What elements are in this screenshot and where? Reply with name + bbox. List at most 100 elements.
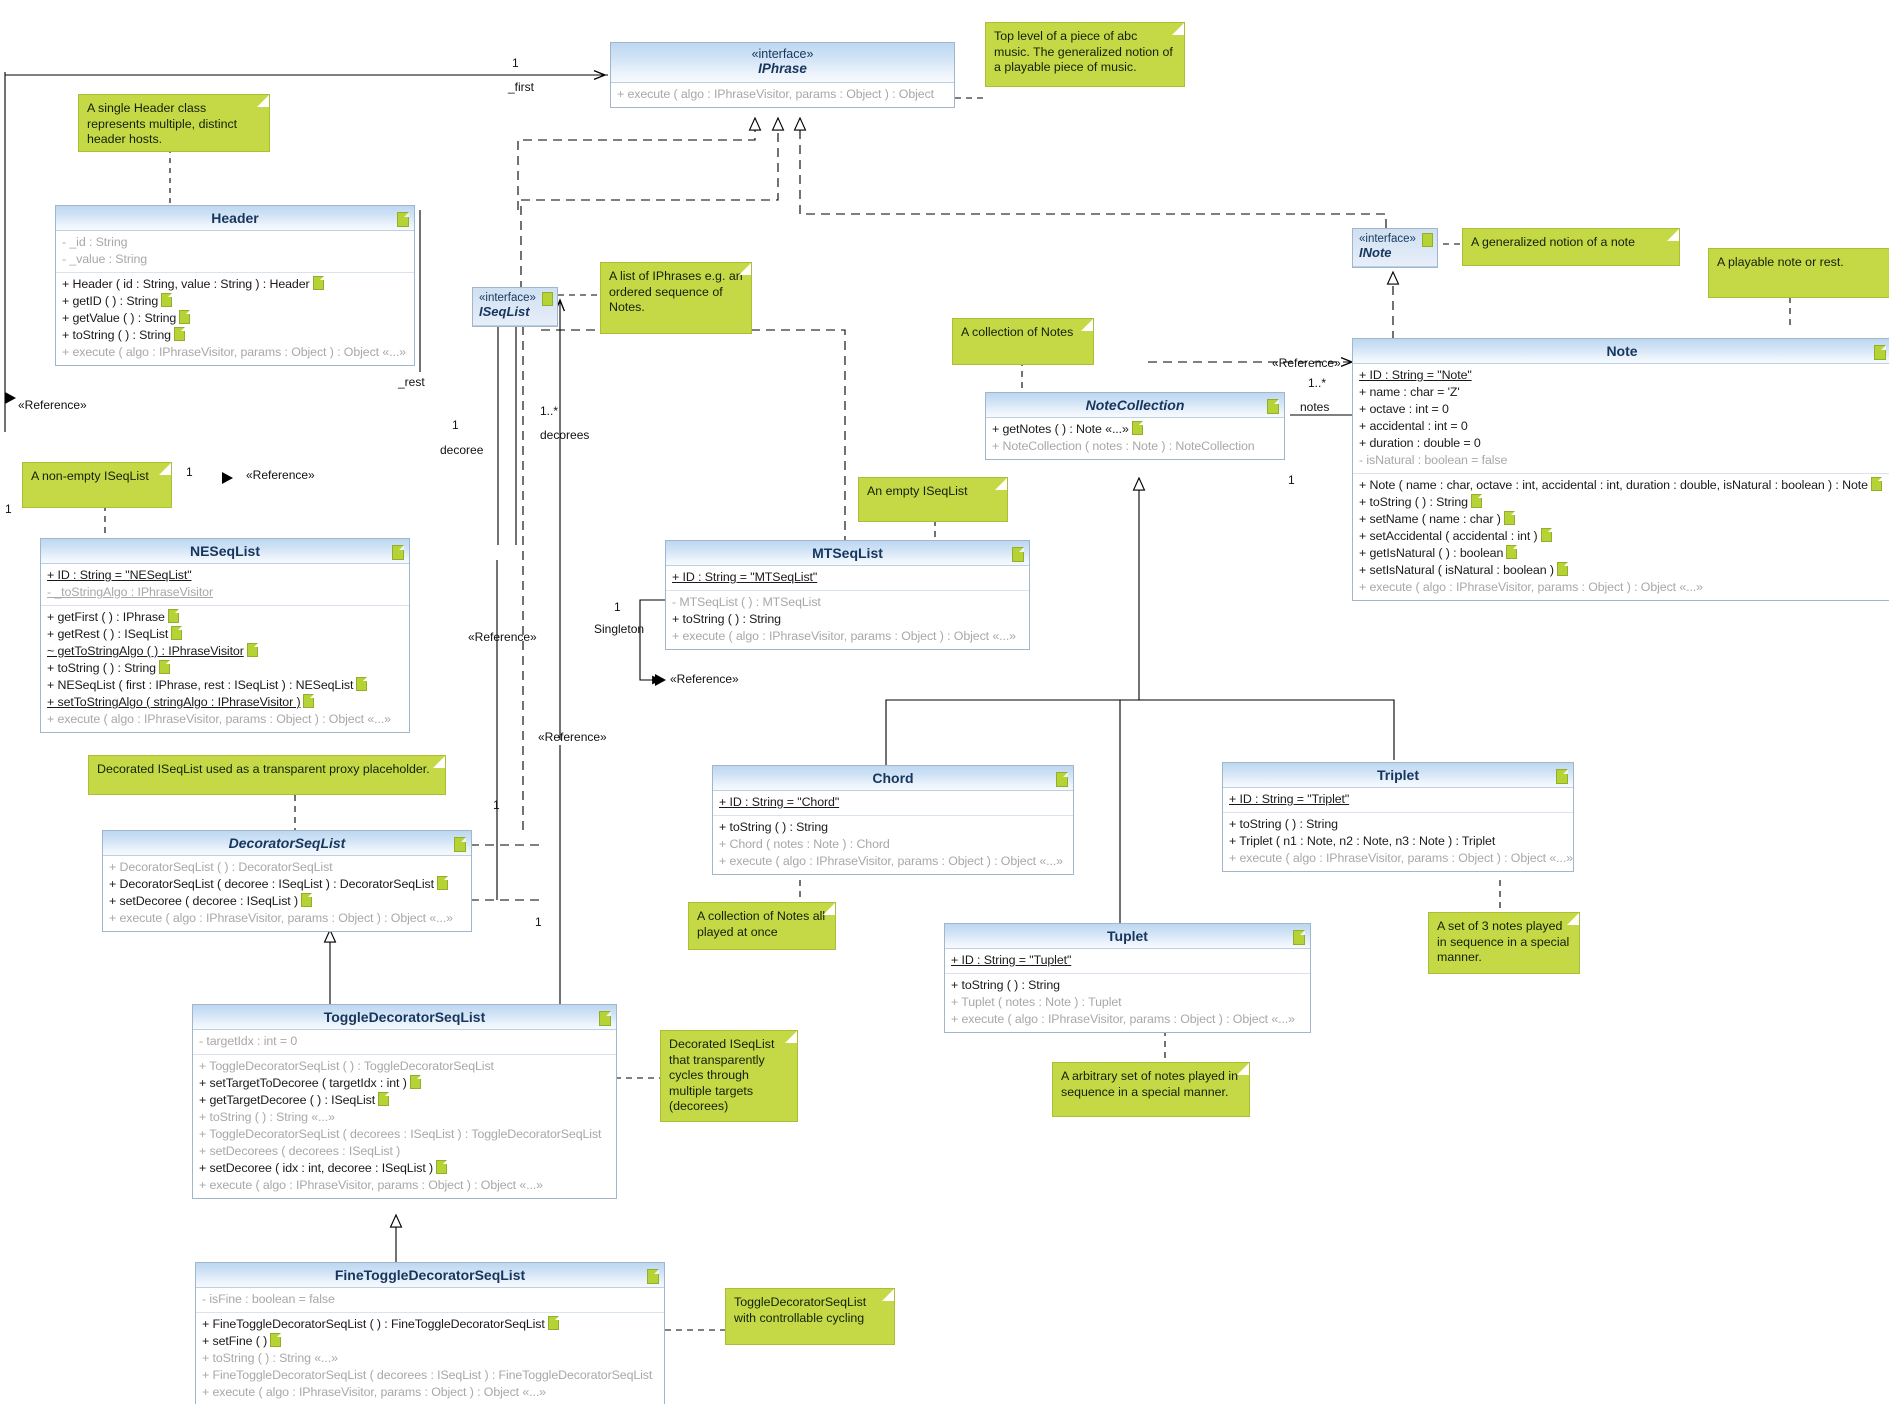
operation-row: + toString ( ) : String — [1359, 494, 1886, 511]
operation-row: + execute ( algo : IPhraseVisitor, param… — [199, 1178, 543, 1192]
class-mtseqlist-header: MTSeqList — [666, 541, 1029, 566]
operation-row: + setFine ( ) — [202, 1333, 659, 1350]
operation-row: + setIsNatural ( isNatural : boolean ) — [1359, 562, 1886, 579]
operation-row: + toString ( ) : String «...» — [202, 1351, 338, 1365]
note-empty-iseqlist: An empty ISeqList — [858, 477, 1008, 522]
operation-row: ~ getToStringAlgo ( ) : IPhraseVisitor — [47, 643, 404, 660]
operation-row: + getFirst ( ) : IPhrase — [47, 609, 404, 626]
class-name-label: Chord — [872, 770, 914, 786]
attribute-row: - targetIdx : int = 0 — [199, 1034, 298, 1048]
label-reference-3: «Reference» — [468, 630, 537, 644]
label-first-role: _first — [508, 80, 535, 94]
class-toggledecoratorseqlist-attributes: - targetIdx : int = 0 — [193, 1030, 616, 1055]
operation-row: - MTSeqList ( ) : MTSeqList — [672, 595, 821, 609]
note-page-icon — [1012, 547, 1024, 562]
attribute-row: + ID : String = "Tuplet" — [951, 953, 1072, 967]
class-chord-attributes: + ID : String = "Chord" — [713, 791, 1073, 816]
label-decorees-multiplicity: 1..* — [540, 404, 559, 418]
class-mtseqlist[interactable]: MTSeqList + ID : String = "MTSeqList" - … — [665, 540, 1030, 650]
note-chord: A collection of Notes all played at once — [688, 902, 836, 950]
operation-row: + toString ( ) : String — [719, 820, 828, 834]
class-finetoggledecoratorseqlist-attributes: - isFine : boolean = false — [196, 1288, 664, 1313]
note-page-icon — [454, 837, 466, 852]
label-reference-1: «Reference» — [18, 398, 87, 412]
operation-row: + setToStringAlgo ( stringAlgo : IPhrase… — [47, 694, 404, 711]
note-page-icon — [1556, 769, 1568, 784]
operation-row: + NESeqList ( first : IPhrase, rest : IS… — [47, 677, 404, 694]
class-header-operations: + Header ( id : String, value : String )… — [56, 273, 414, 365]
operation-row: + execute ( algo : IPhraseVisitor, param… — [109, 911, 453, 925]
class-iphrase[interactable]: «interface» IPhrase + execute ( algo : I… — [610, 42, 955, 108]
class-finetoggledecoratorseqlist[interactable]: FineToggleDecoratorSeqList - isFine : bo… — [195, 1262, 665, 1404]
class-chord[interactable]: Chord + ID : String = "Chord" + toString… — [712, 765, 1074, 875]
class-name-label: MTSeqList — [812, 545, 883, 561]
operation-row: + Chord ( notes : Note ) : Chord — [719, 837, 890, 851]
class-triplet[interactable]: Triplet + ID : String = "Triplet" + toSt… — [1222, 762, 1574, 872]
operation-row: + toString ( ) : String — [62, 327, 409, 344]
class-name-label: FineToggleDecoratorSeqList — [334, 1267, 526, 1283]
note-page-icon — [647, 1269, 659, 1284]
attribute-row: - _value : String — [62, 252, 148, 266]
class-toggledecoratorseqlist-operations: + ToggleDecoratorSeqList ( ) : ToggleDec… — [193, 1055, 616, 1198]
operation-row: + toString ( ) : String — [47, 660, 404, 677]
stereotype-label: «interface» — [751, 47, 814, 61]
note-page-icon — [270, 1333, 282, 1347]
attribute-row: + ID : String = "Note" — [1359, 368, 1472, 382]
note-fine-toggle: ToggleDecoratorSeqList with controllable… — [725, 1288, 895, 1345]
class-name-label: DecoratorSeqList — [228, 835, 346, 851]
operation-row: + getID ( ) : String — [62, 293, 409, 310]
class-finetoggledecoratorseqlist-header: FineToggleDecoratorSeqList — [196, 1263, 664, 1288]
note-page-icon — [171, 626, 183, 640]
attribute-row: + octave : int = 0 — [1359, 402, 1449, 416]
operation-row: + setTargetToDecoree ( targetIdx : int ) — [199, 1075, 611, 1092]
class-triplet-operations: + toString ( ) : String + Triplet ( n1 :… — [1223, 813, 1573, 871]
attribute-row: + name : char = 'Z' — [1359, 385, 1460, 399]
class-note[interactable]: Note + ID : String = "Note" + name : cha… — [1352, 338, 1889, 601]
note-page-icon — [1422, 233, 1433, 247]
class-header[interactable]: Header - _id : String - _value : String … — [55, 205, 415, 366]
class-decoratorseqlist[interactable]: DecoratorSeqList + DecoratorSeqList ( ) … — [102, 830, 472, 932]
operation-row: + toString ( ) : String — [1229, 817, 1338, 831]
operation-row: + getIsNatural ( ) : boolean — [1359, 545, 1886, 562]
attribute-row: + ID : String = "NESeqList" — [47, 568, 192, 582]
label-notes-role: notes — [1300, 400, 1330, 414]
class-notecollection[interactable]: NoteCollection + getNotes ( ) : Note «..… — [985, 392, 1285, 460]
note-page-icon — [246, 643, 258, 657]
class-tuplet[interactable]: Tuplet + ID : String = "Tuplet" + toStri… — [944, 923, 1311, 1033]
class-iphrase-operations: + execute ( algo : IPhraseVisitor, param… — [611, 83, 954, 107]
note-page-icon — [1556, 562, 1568, 576]
note-page-icon — [1267, 399, 1279, 414]
class-iphrase-header: «interface» IPhrase — [611, 43, 954, 83]
class-inote[interactable]: «interface» INote — [1352, 228, 1438, 269]
attribute-row: + duration : double = 0 — [1359, 436, 1481, 450]
label-decorator-one: 1 — [493, 798, 500, 812]
note-page-icon — [158, 660, 170, 674]
class-name-label: Note — [1606, 343, 1638, 359]
label-toggle-one: 1 — [535, 915, 542, 929]
note-page-icon — [1874, 345, 1886, 360]
label-header-one: 1 — [186, 465, 193, 479]
class-toggledecoratorseqlist[interactable]: ToggleDecoratorSeqList - targetIdx : int… — [192, 1004, 617, 1199]
note-page-icon — [301, 893, 312, 907]
operation-row: + setDecorees ( decorees : ISeqList ) — [199, 1144, 401, 1158]
attribute-row: - _id : String — [62, 235, 128, 249]
class-neseqlist[interactable]: NESeqList + ID : String = "NESeqList" - … — [40, 538, 410, 733]
class-notecollection-header: NoteCollection — [986, 393, 1284, 418]
class-finetoggledecoratorseqlist-operations: + FineToggleDecoratorSeqList ( ) : FineT… — [196, 1313, 664, 1404]
attribute-row: + accidental : int = 0 — [1359, 419, 1468, 433]
label-notes-multiplicity: 1..* — [1308, 376, 1327, 390]
class-header-attributes: - _id : String - _value : String — [56, 231, 414, 273]
note-collection-of-notes: A collection of Notes — [952, 318, 1094, 365]
operation-row: + Header ( id : String, value : String )… — [62, 276, 409, 293]
label-reference-2: «Reference» — [246, 468, 315, 482]
note-triplet: A set of 3 notes played in sequence in a… — [1428, 912, 1580, 974]
class-note-operations: + Note ( name : char, octave : int, acci… — [1353, 474, 1889, 600]
class-chord-operations: + toString ( ) : String + Chord ( notes … — [713, 816, 1073, 874]
note-page-icon — [1503, 511, 1515, 525]
class-iseqlist[interactable]: «interface» ISeqList — [472, 287, 558, 328]
note-page-icon — [1540, 528, 1552, 542]
note-page-icon — [436, 1160, 448, 1174]
label-reference-4: «Reference» — [538, 730, 607, 744]
note-decorator: Decorated ISeqList used as a transparent… — [88, 755, 446, 795]
note-page-icon — [436, 876, 448, 890]
